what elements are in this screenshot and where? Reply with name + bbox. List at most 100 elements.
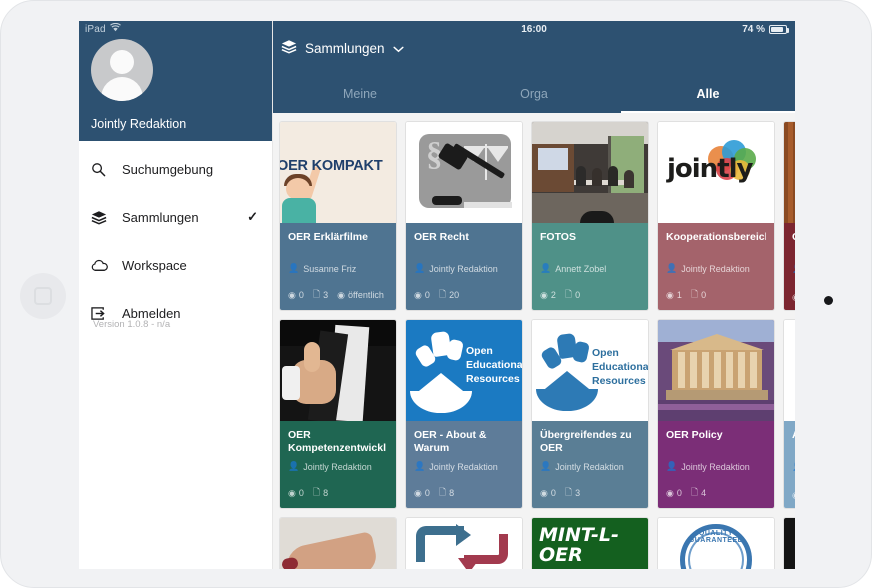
card-meta: Con Entw 👤 Jo ◉0 <box>784 223 795 310</box>
card-author: 👤 Bo <box>792 461 795 472</box>
card-views: 0 <box>298 488 304 498</box>
card-thumb-text: OER KOMPAKT <box>280 158 383 174</box>
collection-card[interactable]: FOTOS 👤 Annett Zobel ◉ 2 🗋 0 <box>531 121 649 311</box>
card-author: 👤 Jointly Redaktion <box>540 461 644 472</box>
sidebar-item-workspace[interactable]: Workspace <box>79 245 272 285</box>
eye-icon: ◉ <box>666 487 674 498</box>
card-author-name: Jointly Redaktion <box>429 263 498 274</box>
selected-check-icon: ✓ <box>247 209 258 224</box>
battery-icon <box>769 25 789 34</box>
collection-card[interactable]: § OER Recht 👤 Jointly Redaktion ◉ 0 🗋 20 <box>405 121 523 311</box>
card-thumbnail <box>406 518 522 569</box>
card-docs: 8 <box>449 488 455 498</box>
card-views: 2 <box>550 290 556 300</box>
card-thumb-text: Open Educational Resources <box>466 345 522 386</box>
document-icon: 🗋 <box>312 289 321 299</box>
eye-icon: ◉ <box>540 487 548 498</box>
collection-card[interactable]: MINT-L-OER <box>531 517 649 569</box>
battery-percent-label: 74 % <box>742 24 765 35</box>
collection-card[interactable]: OER KOMPAKT OER Erklärfilme 👤 Susanne Fr… <box>279 121 397 311</box>
card-meta: OER - About & Warum 👤 Jointly Redaktion … <box>406 421 522 508</box>
eye-icon: ◉ <box>414 487 422 498</box>
collection-card[interactable]: jointly Kooperationsbereich 👤 Jointly Re… <box>657 121 775 311</box>
card-title: OER Erklärfilme <box>288 231 368 243</box>
tab-bar: Meine Orga Alle <box>273 75 795 113</box>
home-button[interactable] <box>20 273 66 319</box>
card-views: 0 <box>298 290 304 300</box>
tab-orga[interactable]: Orga <box>447 75 621 113</box>
layers-icon <box>281 39 297 57</box>
card-title: OER Policy <box>666 429 723 441</box>
card-meta: Übergreifendes zu OER 👤 Jointly Redaktio… <box>532 421 648 508</box>
collection-card[interactable]: Open Educational Resources Übergreifende… <box>531 319 649 509</box>
version-label: Version 1.0.8 - n/a <box>93 319 171 330</box>
tab-alle[interactable]: Alle <box>621 75 795 113</box>
person-icon: 👤 <box>414 263 426 273</box>
card-visibility: öffentlich <box>348 290 384 300</box>
collection-card[interactable]: Con Entw 👤 Jo ◉0 <box>783 121 795 311</box>
status-bar-battery: 74 % <box>742 24 789 35</box>
avatar[interactable] <box>91 39 153 101</box>
card-title: OER Kompetenzentwickl <box>288 429 387 455</box>
card-stats: ◉ 0 🗋 8 <box>288 485 328 501</box>
collection-card[interactable]: Auto (Clo 👤 Bo ◉0 <box>783 319 795 509</box>
card-row: OER KOMPAKT OER Erklärfilme 👤 Susanne Fr… <box>279 121 795 311</box>
card-thumb-text: Open Educational Resources <box>592 347 648 388</box>
card-thumbnail <box>784 518 795 569</box>
card-author: 👤 Jointly Redaktion <box>414 263 518 274</box>
card-meta: OER Erklärfilme 👤 Susanne Friz ◉ 0 🗋 3 ◉ öf… <box>280 223 396 310</box>
card-title: Kooperationsbereich <box>666 231 766 243</box>
collection-card[interactable]: QUALITY GUARANTEED <box>657 517 775 569</box>
card-meta: OER Recht 👤 Jointly Redaktion ◉ 0 🗋 20 <box>406 223 522 310</box>
collection-card[interactable]: OER Policy 👤 Jointly Redaktion ◉ 0 🗋 4 <box>657 319 775 509</box>
card-thumbnail <box>280 320 396 421</box>
card-stats: ◉ 0 🗋 20 <box>414 287 459 303</box>
tab-label: Orga <box>520 87 548 101</box>
layers-icon <box>91 207 113 227</box>
card-thumbnail: QUALITY GUARANTEED <box>658 518 774 569</box>
eye-icon: ◉ <box>540 289 548 300</box>
collection-card[interactable] <box>405 517 523 569</box>
card-docs: 3 <box>323 290 329 300</box>
sidebar-item-label: Workspace <box>122 257 187 273</box>
sidebar-item-suchumgebung[interactable]: Suchumgebung <box>79 149 272 189</box>
collection-card[interactable] <box>279 517 397 569</box>
card-thumbnail <box>658 320 774 421</box>
document-icon: 🗋 <box>690 487 699 497</box>
card-author-name: Jointly Redaktion <box>303 461 372 472</box>
tab-meine[interactable]: Meine <box>273 75 447 113</box>
card-thumbnail: jointly <box>658 122 774 223</box>
person-icon: 👤 <box>414 461 426 471</box>
card-views: 0 <box>550 488 556 498</box>
card-title: FOTOS <box>540 231 576 243</box>
card-author: 👤 Susanne Friz <box>288 263 392 274</box>
chevron-down-icon[interactable] <box>392 41 404 56</box>
sidebar: iPad Jointly Redaktion Suchumgebung Samm… <box>79 21 273 569</box>
card-title: Auto (Clo <box>792 429 795 442</box>
card-title: Con Entw <box>792 231 795 244</box>
document-icon: 🗋 <box>564 487 573 497</box>
card-thumbnail <box>784 320 795 421</box>
card-thumbnail <box>280 518 396 569</box>
person-icon: 👤 <box>792 461 795 472</box>
card-docs: 3 <box>575 488 581 498</box>
eye-icon: ◉ <box>288 289 296 300</box>
card-author-name: Jointly Redaktion <box>555 461 624 472</box>
card-thumbnail <box>532 122 648 223</box>
collection-card[interactable]: Open Educational Resources OER - About &… <box>405 319 523 509</box>
collection-card[interactable]: OER Kompetenzentwickl 👤 Jointly Redaktio… <box>279 319 397 509</box>
eye-icon: ◉ <box>288 487 296 498</box>
card-thumbnail: Open Educational Resources <box>532 320 648 421</box>
card-stats: ◉0 <box>792 490 795 501</box>
sidebar-item-sammlungen[interactable]: Sammlungen ✓ <box>79 197 272 237</box>
section-title[interactable]: Sammlungen <box>281 39 404 57</box>
card-row: OER Kompetenzentwickl 👤 Jointly Redaktio… <box>279 319 795 509</box>
card-author: 👤 Jointly Redaktion <box>288 461 392 472</box>
card-stats: ◉ 0 🗋 8 <box>414 485 454 501</box>
search-icon <box>91 159 113 179</box>
status-bar-left: iPad <box>85 22 121 35</box>
main-content: 16:00 74 % Sammlungen Meine Orga Alle OE… <box>273 21 795 569</box>
cloud-icon <box>91 255 113 275</box>
card-meta: Kooperationsbereich 👤 Jointly Redaktion … <box>658 223 774 310</box>
collection-card[interactable] <box>783 517 795 569</box>
